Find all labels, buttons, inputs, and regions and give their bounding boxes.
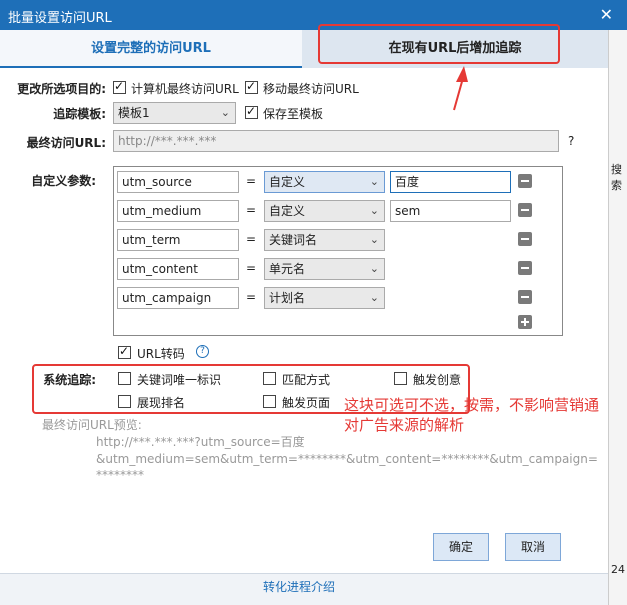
param-equals: =: [246, 261, 257, 275]
remove-param-icon[interactable]: [518, 174, 532, 188]
param-type-select[interactable]: 单元名 ⌄: [264, 258, 385, 280]
annotation-text-line2: 对广告来源的解析: [344, 416, 465, 434]
param-key-input[interactable]: utm_medium: [117, 200, 239, 222]
param-equals: =: [246, 290, 257, 304]
remove-param-icon[interactable]: [518, 232, 532, 246]
final-url-input[interactable]: http://***.***.***: [113, 130, 559, 152]
help-icon[interactable]: ?: [568, 134, 574, 148]
help-circle-icon[interactable]: ?: [196, 345, 209, 358]
template-label: 追踪模板:: [53, 107, 106, 121]
url-transcode-label: URL转码: [137, 347, 185, 361]
param-equals: =: [246, 232, 257, 246]
preview-line: http://***.***.***?utm_source=百度: [96, 435, 305, 449]
annotation-arrow-icon: [453, 66, 468, 111]
param-type-value: 自定义: [269, 204, 306, 218]
param-type-value: 单元名: [269, 262, 306, 276]
param-type-select[interactable]: 关键词名 ⌄: [264, 229, 385, 251]
ok-button[interactable]: 确定: [433, 533, 489, 561]
chevron-down-icon: ⌄: [369, 175, 379, 188]
preview-line: ********: [96, 468, 144, 482]
param-key-input[interactable]: utm_campaign: [117, 287, 239, 309]
final-url-label: 最终访问URL:: [26, 136, 106, 150]
pc-url-checkbox[interactable]: [113, 79, 126, 94]
param-type-select[interactable]: 自定义 ⌄: [264, 171, 385, 193]
param-value-input[interactable]: sem: [390, 200, 511, 222]
param-type-value: 计划名: [269, 291, 306, 305]
remove-param-icon[interactable]: [518, 203, 532, 217]
window-title: 批量设置访问URL: [8, 11, 112, 26]
cancel-button[interactable]: 取消: [505, 533, 561, 561]
param-type-select[interactable]: 自定义 ⌄: [264, 200, 385, 222]
param-key-input[interactable]: utm_term: [117, 229, 239, 251]
param-value-input[interactable]: 百度: [390, 171, 511, 193]
tab-full-url[interactable]: 设置完整的访问URL: [0, 30, 302, 68]
chevron-down-icon: ⌄: [369, 291, 379, 304]
background-number-text: 24: [611, 563, 625, 576]
template-select[interactable]: 模板1 ⌄: [113, 102, 236, 124]
param-equals: =: [246, 174, 257, 188]
chevron-down-icon: ⌄: [220, 106, 230, 119]
preview-line: &utm_medium=sem&utm_term=********&utm_co…: [96, 452, 598, 466]
chevron-down-icon: ⌄: [369, 204, 379, 217]
bottom-bar: 转化进程介绍: [0, 573, 608, 605]
change-target-label: 更改所选项目的:: [17, 82, 106, 96]
background-window-strip: 搜索 24: [608, 30, 627, 605]
close-icon[interactable]: ✕: [600, 5, 613, 24]
preview-label: 最终访问URL预览:: [42, 418, 142, 432]
template-value: 模板1: [118, 106, 150, 120]
background-search-text: 搜索: [611, 163, 622, 192]
chevron-down-icon: ⌄: [369, 262, 379, 275]
url-transcode-checkbox[interactable]: [118, 344, 131, 359]
add-param-icon[interactable]: [518, 315, 532, 329]
save-template-label: 保存至模板: [263, 107, 324, 121]
mobile-url-checkbox[interactable]: [245, 79, 258, 94]
mobile-url-label: 移动最终访问URL: [263, 82, 359, 96]
remove-param-icon[interactable]: [518, 261, 532, 275]
dialog-content: 更改所选项目的: 计算机最终访问URL 移动最终访问URL 追踪模板: 模板1 …: [0, 68, 608, 573]
custom-params-label: 自定义参数:: [31, 174, 96, 188]
annotation-box-tab: [318, 24, 560, 64]
param-key-input[interactable]: utm_content: [117, 258, 239, 280]
annotation-text-line1: 这块可选可不选，按需，不影响营销通: [344, 396, 600, 414]
remove-param-icon[interactable]: [518, 290, 532, 304]
param-type-value: 关键词名: [269, 233, 318, 247]
param-type-value: 自定义: [269, 175, 306, 189]
param-equals: =: [246, 203, 257, 217]
save-template-checkbox[interactable]: [245, 104, 258, 119]
param-type-select[interactable]: 计划名 ⌄: [264, 287, 385, 309]
chevron-down-icon: ⌄: [369, 233, 379, 246]
conversion-process-link[interactable]: 转化进程介绍: [263, 578, 335, 595]
pc-url-label: 计算机最终访问URL: [131, 82, 239, 96]
param-key-input[interactable]: utm_source: [117, 171, 239, 193]
